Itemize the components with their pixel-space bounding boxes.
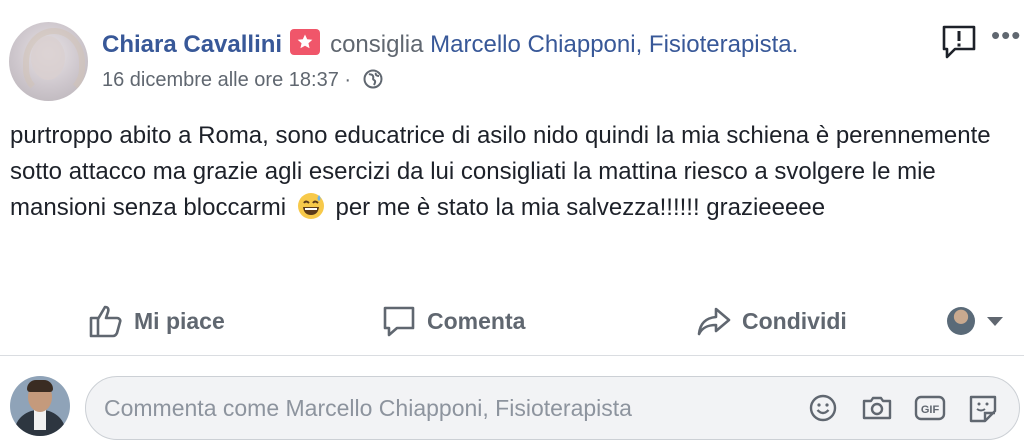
avatar-hair [27, 380, 53, 392]
divider [0, 355, 1024, 356]
post-as-selector[interactable] [947, 296, 1003, 346]
post-text-part2: per me è stato la mia salvezza!!!!!! gra… [335, 194, 826, 221]
author-name-link[interactable]: Chiara Cavallini [102, 31, 282, 58]
emoji-icon[interactable] [808, 393, 838, 428]
report-icon[interactable] [941, 24, 977, 65]
grinning-sweat-emoji-icon [297, 192, 325, 220]
comment-button[interactable]: Comenta [381, 296, 525, 346]
comment-label: Comenta [427, 307, 526, 334]
comment-bubble-icon [383, 306, 415, 337]
caret-down-icon [987, 316, 1003, 326]
more-options-icon[interactable]: ••• [991, 22, 1021, 48]
share-arrow-icon [697, 307, 731, 336]
post-header: Chiara Cavallini consiglia Marcello Chiap… [102, 29, 798, 59]
post-timestamp[interactable]: 16 dicembre alle ore 18:37 · [102, 69, 351, 91]
camera-icon[interactable] [861, 393, 893, 428]
post-body: purtroppo abito a Roma, sono educatrice … [10, 118, 1010, 226]
globe-icon [363, 69, 383, 95]
comment-input[interactable] [104, 395, 784, 422]
gif-icon[interactable]: GIF [914, 393, 946, 428]
page-name-link[interactable]: Marcello Chiapponi, Fisioterapista. [430, 31, 798, 58]
avatar-shirt [34, 410, 46, 430]
recommends-verb: consiglia [330, 31, 424, 58]
sticker-icon[interactable] [967, 393, 999, 428]
like-button[interactable]: Mi piace [88, 296, 225, 346]
like-label: Mi piace [134, 307, 225, 334]
post-meta: 16 dicembre alle ore 18:37 · [102, 69, 383, 95]
commenter-avatar[interactable] [10, 376, 70, 436]
author-avatar[interactable] [9, 22, 88, 101]
svg-text:GIF: GIF [921, 404, 940, 416]
share-button[interactable]: Condividi [696, 296, 847, 346]
avatar-face [31, 36, 65, 80]
action-bar: Mi piace Comenta Condividi [0, 296, 1024, 346]
thumbs-up-icon [89, 305, 122, 338]
mini-profile-avatar [947, 307, 975, 335]
star-badge-icon [290, 29, 321, 55]
comment-box[interactable]: GIF [85, 376, 1020, 440]
share-label: Condividi [742, 307, 847, 334]
